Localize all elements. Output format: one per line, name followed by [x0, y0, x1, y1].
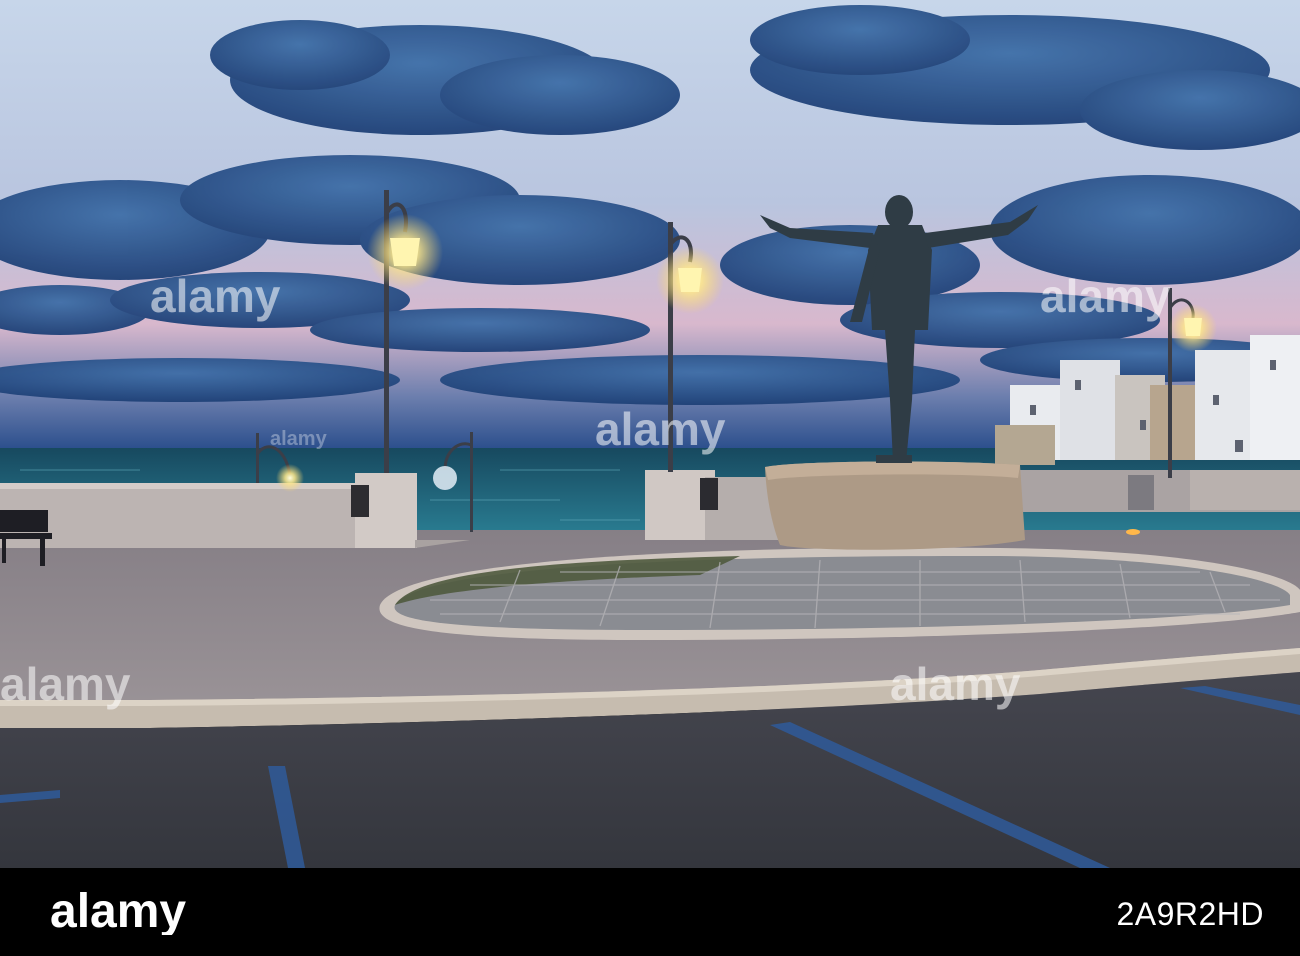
image-id: 2A9R2HD: [1116, 896, 1264, 932]
alamy-logo-text: alamy: [50, 889, 186, 935]
watermark-text: alamy: [595, 403, 726, 455]
alamy-logo: alamy: [50, 889, 186, 935]
trash-bin: [351, 485, 369, 517]
photo: alamy alamy alamy alamy alamy alamy: [0, 0, 1300, 868]
watermark-text: alamy: [890, 658, 1021, 710]
trash-bin: [700, 478, 718, 510]
trash-bin: [1128, 475, 1154, 510]
watermark-text: alamy: [1040, 270, 1171, 322]
watermark-text: alamy: [270, 428, 328, 450]
watermark-text: alamy: [150, 270, 281, 322]
watermark-text: alamy: [0, 658, 131, 710]
photo-stage: alamy alamy alamy alamy alamy alamy alam…: [0, 0, 1300, 956]
